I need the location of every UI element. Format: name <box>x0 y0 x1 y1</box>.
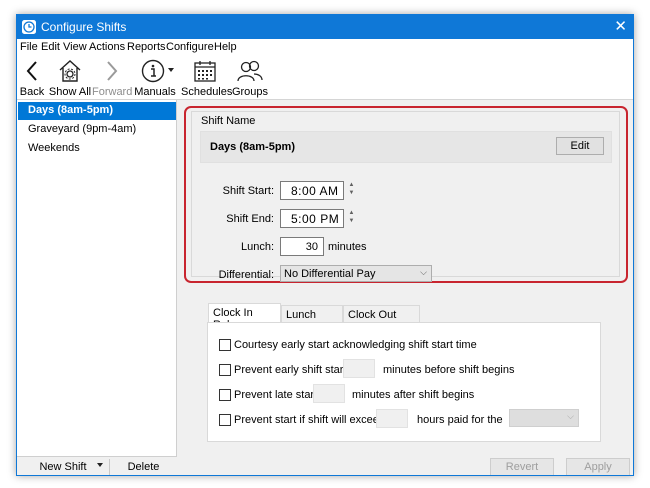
forward-arrow-icon <box>107 61 118 81</box>
prevent-early-suffix: minutes before shift begins <box>383 364 515 376</box>
app-clock-icon <box>22 20 36 34</box>
schedules-label: Schedules <box>181 86 233 98</box>
prevent-late-label: Prevent late start <box>234 389 318 401</box>
differential-select[interactable]: No Differential Pay ⌵ <box>280 265 432 282</box>
menu-view[interactable]: View <box>63 41 87 53</box>
show-all-button[interactable]: Show All <box>48 56 92 100</box>
shift-name-group: Shift Name Days (8am-5pm) Edit Shift Sta… <box>191 111 620 282</box>
shift-end-label: Shift End: <box>226 213 274 225</box>
window-title: Configure Shifts <box>41 20 127 34</box>
shift-start-label: Shift Start: <box>222 185 274 197</box>
pay-period-select[interactable]: ⌵ <box>509 409 579 427</box>
prevent-early-checkbox[interactable] <box>219 364 231 376</box>
back-label: Back <box>19 86 45 98</box>
tab-lunch-rules[interactable]: Lunch Rules <box>281 305 343 333</box>
toolbar: Back Show All Forward Manuals Schedules … <box>17 56 633 100</box>
new-shift-button[interactable]: New Shift <box>17 457 109 475</box>
menu-reports[interactable]: Reports <box>127 41 166 53</box>
schedules-button[interactable]: Schedules <box>181 56 233 100</box>
prevent-exceed-checkbox[interactable] <box>219 414 231 426</box>
prevent-exceed-suffix: hours paid for the <box>417 414 503 426</box>
spin-down-icon[interactable]: ▼ <box>347 189 356 197</box>
lunch-minutes-field[interactable]: 30 <box>280 237 324 256</box>
differential-value: No Differential Pay <box>284 268 376 280</box>
show-all-label: Show All <box>48 86 92 98</box>
prevent-late-minutes-field[interactable] <box>313 384 345 403</box>
manuals-label: Manuals <box>134 86 176 98</box>
configure-shifts-window: Configure Shifts ✕ File Edit View Action… <box>16 14 634 476</box>
users-icon <box>237 60 263 82</box>
menu-help[interactable]: Help <box>214 41 237 53</box>
forward-button[interactable]: Forward <box>92 56 132 100</box>
shift-details-panel: Shift Name Days (8am-5pm) Edit Shift Sta… <box>178 100 633 475</box>
prevent-early-minutes-field[interactable] <box>343 359 375 378</box>
home-gear-icon <box>59 60 81 82</box>
highlight-box: Shift Name Days (8am-5pm) Edit Shift Sta… <box>184 106 628 283</box>
prevent-late-suffix: minutes after shift begins <box>352 389 475 401</box>
clock-in-rules-panel: Courtesy early start acknowledging shift… <box>207 322 601 442</box>
shift-list-footer: New Shift Delete <box>17 456 177 475</box>
courtesy-checkbox[interactable] <box>219 339 231 351</box>
shift-end-spinner[interactable]: ▲ ▼ <box>347 209 356 227</box>
spin-down-icon[interactable]: ▼ <box>347 217 356 225</box>
revert-button[interactable]: Revert <box>490 458 554 475</box>
prevent-exceed-label: Prevent start if shift will exceed <box>234 414 386 426</box>
title-bar: Configure Shifts ✕ <box>17 15 633 39</box>
tab-clock-out-rules[interactable]: Clock Out Rules <box>343 305 420 333</box>
chevron-down-icon: ⌵ <box>567 411 574 421</box>
edit-button[interactable]: Edit <box>556 137 604 155</box>
lunch-unit-label: minutes <box>328 241 367 253</box>
shift-start-field[interactable]: 8:00 AM <box>280 181 344 200</box>
shift-name-header: Days (8am-5pm) Edit <box>200 131 612 163</box>
menu-edit[interactable]: Edit <box>41 41 60 53</box>
menu-bar: File Edit View Actions Reports Configure… <box>17 39 633 56</box>
prevent-early-label: Prevent early shift start <box>234 364 347 376</box>
menu-actions[interactable]: Actions <box>89 41 125 53</box>
dropdown-arrow-icon[interactable] <box>97 463 103 467</box>
tab-clock-in-rules[interactable]: Clock In Rules <box>208 303 281 331</box>
delete-label: Delete <box>127 461 160 473</box>
groups-button[interactable]: Groups <box>231 56 269 100</box>
shift-list-item[interactable]: Days (8am-5pm) <box>18 102 176 120</box>
groups-label: Groups <box>231 86 269 98</box>
manuals-button[interactable]: Manuals <box>134 56 176 100</box>
delete-button[interactable]: Delete <box>110 457 177 475</box>
shift-list: Days (8am-5pm) Graveyard (9pm-4am) Weeke… <box>17 100 177 456</box>
calendar-icon <box>194 61 216 82</box>
shift-name-group-title: Shift Name <box>201 115 256 127</box>
lunch-label: Lunch: <box>240 241 274 253</box>
apply-button[interactable]: Apply <box>566 458 630 475</box>
shift-list-item[interactable]: Weekends <box>18 140 176 158</box>
menu-configure[interactable]: Configure <box>166 41 214 53</box>
close-icon[interactable]: ✕ <box>614 17 627 35</box>
prevent-exceed-hours-field[interactable] <box>376 409 408 428</box>
menu-file[interactable]: File <box>20 41 38 53</box>
shift-name: Days (8am-5pm) <box>210 141 295 153</box>
shift-list-item[interactable]: Graveyard (9pm-4am) <box>18 121 176 139</box>
shift-end-field[interactable]: 5:00 PM <box>280 209 344 228</box>
spin-up-icon[interactable]: ▲ <box>347 181 356 189</box>
forward-label: Forward <box>92 86 133 98</box>
spin-up-icon[interactable]: ▲ <box>347 209 356 217</box>
prevent-late-checkbox[interactable] <box>219 389 231 401</box>
back-button[interactable]: Back <box>17 56 47 100</box>
courtesy-label: Courtesy early start acknowledging shift… <box>234 339 477 351</box>
back-arrow-icon <box>26 61 37 81</box>
differential-label: Differential: <box>218 269 274 281</box>
shift-start-spinner[interactable]: ▲ ▼ <box>347 181 356 199</box>
chevron-down-icon: ⌵ <box>420 267 427 277</box>
new-shift-label: New Shift <box>39 461 87 473</box>
info-icon <box>141 59 174 83</box>
